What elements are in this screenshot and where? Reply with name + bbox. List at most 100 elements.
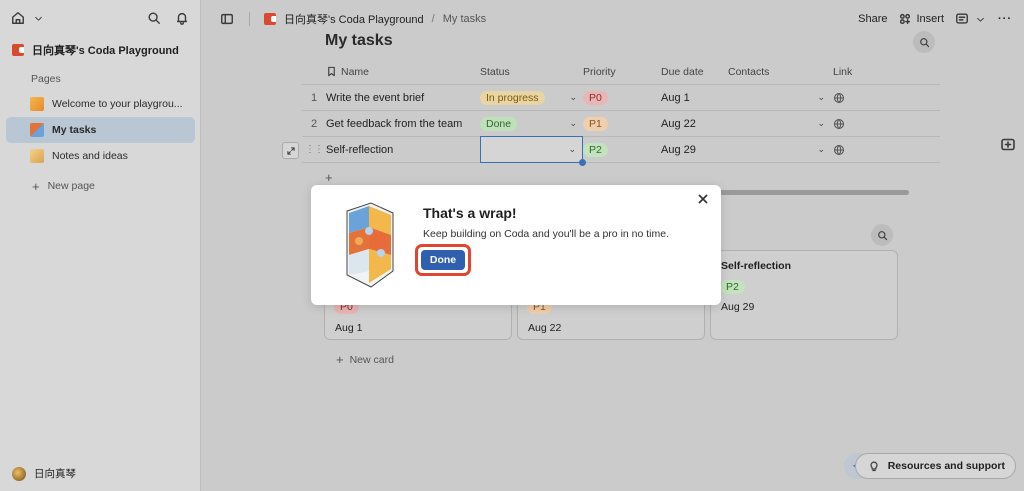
expand-row-button[interactable] <box>282 142 299 159</box>
bookmark-icon <box>326 64 337 80</box>
sidebar-item-welcome[interactable]: Welcome to your playgrou... <box>6 91 195 117</box>
resources-label: Resources and support <box>887 460 1005 472</box>
doc-title-text: 日向真琴's Coda Playground <box>32 45 179 57</box>
priority-cell[interactable]: P2 <box>583 142 661 157</box>
breadcrumb: 日向真琴's Coda Playground / My tasks <box>219 11 486 27</box>
column-name[interactable]: Name <box>326 64 480 80</box>
sidebar-item-my-tasks[interactable]: My tasks <box>6 117 195 143</box>
search-doc-icon[interactable] <box>146 10 162 26</box>
user-name: 日向真琴 <box>34 468 76 480</box>
due-date: Aug 22 <box>528 322 562 334</box>
insert-icon <box>897 11 913 27</box>
plus-icon: + <box>32 178 40 194</box>
due-date-cell[interactable]: Aug 1 ⌄ <box>661 92 833 104</box>
table-search-button[interactable] <box>913 31 935 53</box>
column-status[interactable]: Status <box>480 59 583 84</box>
due-date: Aug 29 <box>721 301 755 313</box>
pages-label: Pages <box>31 73 61 85</box>
due-date-cell[interactable]: Aug 22 ⌄ <box>661 118 833 130</box>
search-icon <box>874 227 890 243</box>
chevron-down-icon <box>972 11 988 27</box>
comment-icon <box>954 11 970 27</box>
priority-badge: P2 <box>720 280 745 294</box>
new-card-label: New card <box>349 353 394 366</box>
user-profile[interactable]: 日向真琴 <box>12 466 76 481</box>
wave-emoji-icon <box>30 97 44 111</box>
table-row[interactable]: ⋮⋮ Self-reflection ⌄ P2 Aug 29 ⌄ <box>302 136 940 166</box>
sidebar-toggle-icon[interactable] <box>219 11 235 27</box>
due-date-cell[interactable]: Aug 29 ⌄ <box>661 144 833 156</box>
share-button[interactable]: Share <box>858 13 887 25</box>
due-date: Aug 1 <box>335 322 363 334</box>
sidebar-item-notes[interactable]: Notes and ideas <box>6 143 195 169</box>
dialog-title: That's a wrap! <box>423 205 517 221</box>
new-card-button[interactable]: + New card <box>336 352 394 367</box>
card-title: Self-reflection <box>721 260 792 272</box>
board-card[interactable]: Self-reflection P2 Aug 29 <box>710 250 898 340</box>
table-row[interactable]: 1 Write the event brief In progress ⌄ P0… <box>302 85 940 111</box>
breadcrumb-separator: / <box>431 13 435 25</box>
link-cell[interactable] <box>833 144 893 156</box>
due-date: Aug 29 <box>661 143 696 156</box>
comments-button[interactable] <box>954 11 988 27</box>
sidebar: 日向真琴's Coda Playground Pages Welcome to … <box>0 0 201 491</box>
page-title: My tasks <box>325 32 393 49</box>
column-label: Name <box>341 65 370 78</box>
breadcrumb-page[interactable]: My tasks <box>443 13 486 25</box>
status-cell[interactable]: In progress ⌄ <box>480 85 583 110</box>
new-page-button[interactable]: + New page <box>6 173 195 199</box>
chevron-down-icon: ⌄ <box>569 118 577 128</box>
task-name[interactable]: Write the event brief <box>326 92 480 104</box>
link-cell[interactable] <box>833 118 893 130</box>
chevron-down-icon: ⌄ <box>568 144 576 154</box>
breadcrumb-doc[interactable]: 日向真琴's Coda Playground <box>284 11 424 27</box>
page-list: Welcome to your playgrou... My tasks Not… <box>6 91 195 199</box>
doc-title[interactable]: 日向真琴's Coda Playground <box>12 42 179 58</box>
add-row-button[interactable]: + <box>325 170 333 185</box>
sidebar-item-label: My tasks <box>52 124 97 136</box>
search-icon <box>916 34 932 50</box>
sidebar-item-label: Notes and ideas <box>52 150 128 162</box>
globe-icon <box>833 92 845 103</box>
tasks-table: Name Status Priority Due date Contacts L… <box>302 59 940 166</box>
column-due-date[interactable]: Due date <box>661 66 728 78</box>
column-priority[interactable]: Priority <box>583 66 661 78</box>
close-icon[interactable] <box>697 193 711 207</box>
insert-button[interactable]: Insert <box>897 11 944 27</box>
home-menu[interactable] <box>10 10 46 26</box>
divider <box>249 12 250 26</box>
bell-icon[interactable] <box>174 10 190 26</box>
new-page-label: New page <box>47 180 95 192</box>
sidebar-item-label: Welcome to your playgrou... <box>52 98 183 110</box>
coda-logo-icon <box>264 13 276 25</box>
link-cell[interactable] <box>833 92 893 104</box>
priority-badge: P2 <box>583 142 608 157</box>
more-options-icon[interactable]: ··· <box>998 13 1012 25</box>
task-name[interactable]: Self-reflection <box>326 144 480 156</box>
drag-handle-icon[interactable]: ⋮⋮ <box>302 144 326 155</box>
avatar <box>12 466 26 481</box>
chevron-down-icon: ⌄ <box>817 144 825 154</box>
add-comment-icon[interactable] <box>1000 137 1016 153</box>
priority-cell[interactable]: P0 <box>583 90 661 105</box>
priority-cell[interactable]: P1 <box>583 116 661 131</box>
resources-support-button[interactable]: Resources and support <box>854 453 1016 479</box>
coda-logo-icon <box>12 44 24 56</box>
table-row[interactable]: 2 Get feedback from the team Done ⌄ P1 A… <box>302 111 940 137</box>
horizontal-scrollbar[interactable] <box>716 190 909 195</box>
priority-badge: P0 <box>583 90 608 105</box>
column-link[interactable]: Link <box>833 66 893 78</box>
column-contacts[interactable]: Contacts <box>728 66 833 78</box>
due-date: Aug 1 <box>661 91 690 104</box>
puzzle-emoji-icon <box>30 123 44 137</box>
globe-icon <box>833 144 845 155</box>
plus-icon: + <box>336 352 344 367</box>
expand-icon <box>283 143 298 159</box>
task-name[interactable]: Get feedback from the team <box>326 118 480 130</box>
status-cell-selected[interactable]: ⌄ <box>480 136 586 166</box>
status-cell[interactable]: Done ⌄ <box>480 111 583 136</box>
board-search-button[interactable] <box>871 224 893 246</box>
done-button[interactable]: Done <box>421 250 465 270</box>
chevron-down-icon <box>30 10 46 26</box>
notes-emoji-icon <box>30 149 44 163</box>
